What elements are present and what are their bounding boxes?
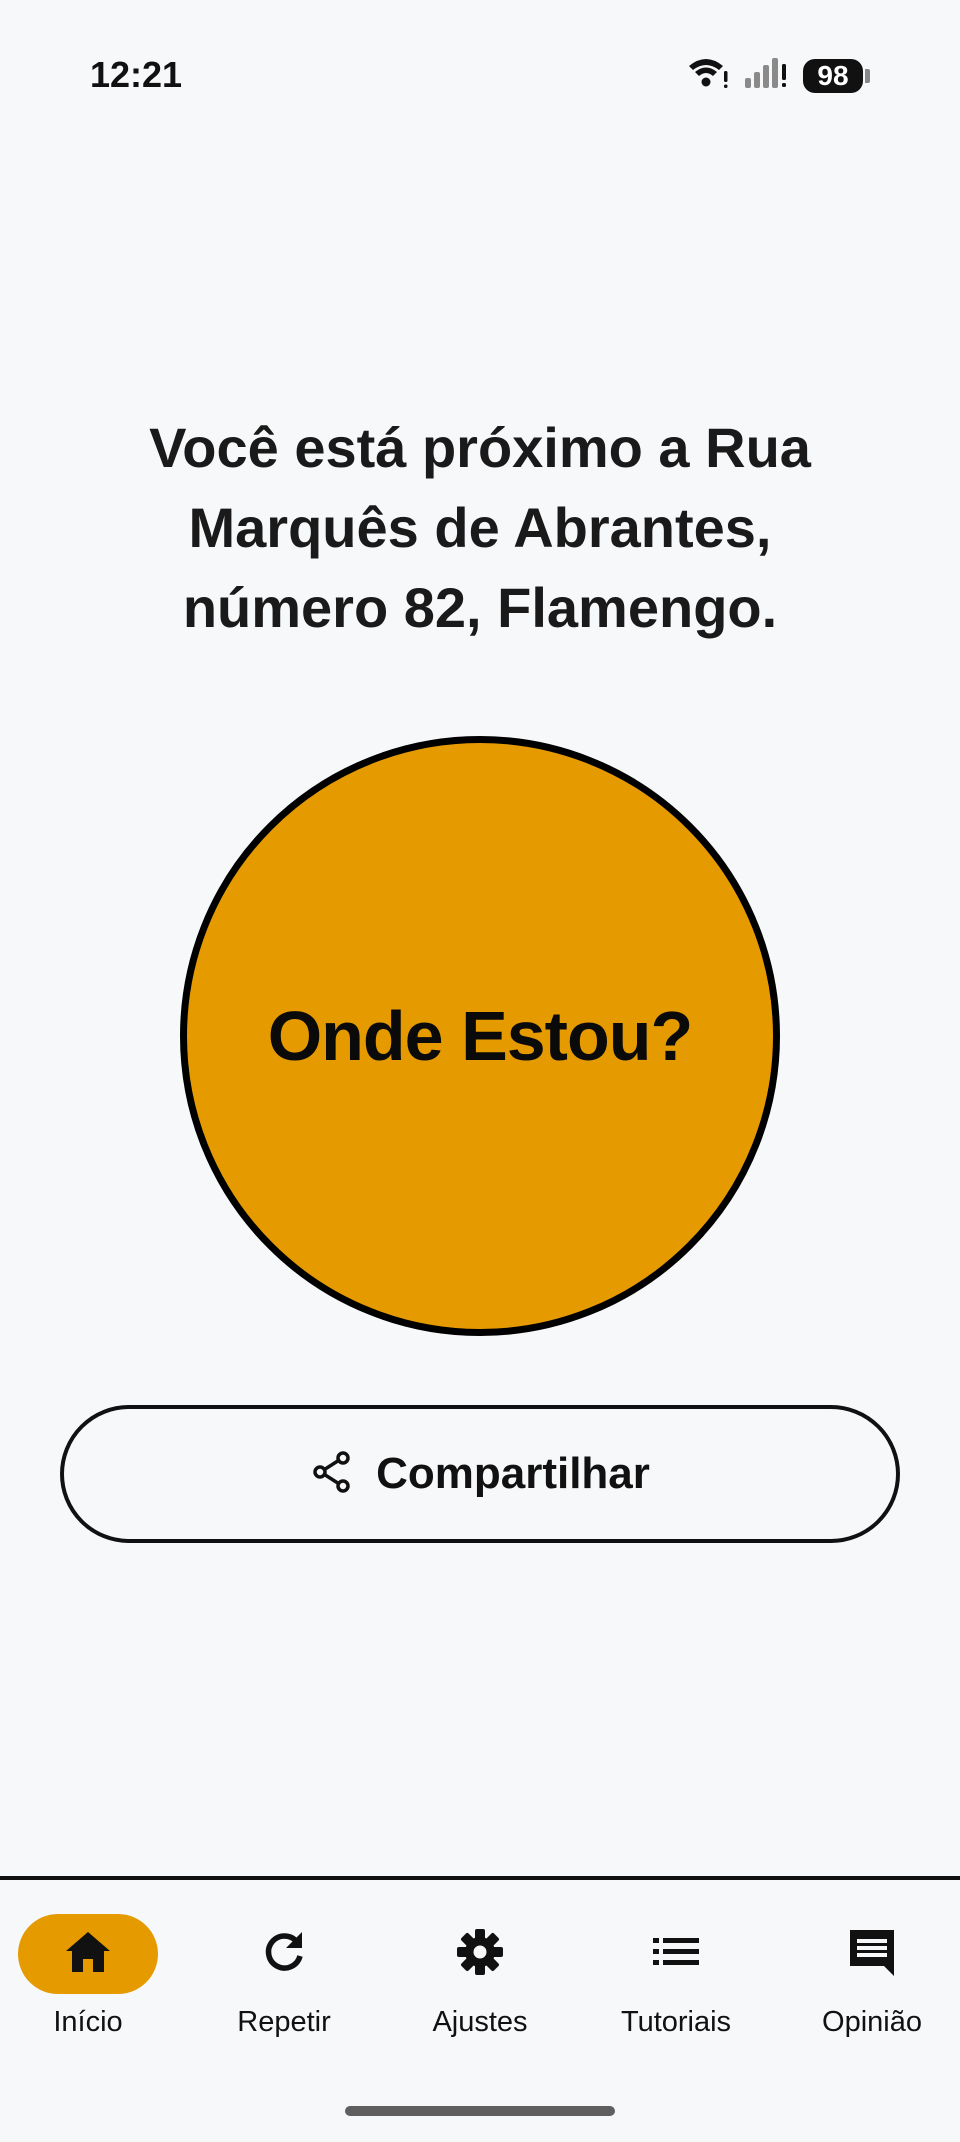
share-button[interactable]: Compartilhar <box>60 1405 900 1543</box>
nav-item-repetir[interactable]: Repetir <box>186 1914 382 2039</box>
battery-level: 98 <box>803 58 863 93</box>
refresh-icon <box>260 1928 308 1981</box>
gear-icon <box>455 1927 505 1982</box>
home-indicator[interactable] <box>345 2106 615 2116</box>
feedback-icon <box>846 1926 898 1983</box>
battery-tip <box>865 68 870 83</box>
where-am-i-label: Onde Estou? <box>267 997 694 1075</box>
where-am-i-button[interactable]: Onde Estou? <box>180 736 780 1336</box>
nav-label-inicio: Início <box>53 2006 123 2038</box>
status-icons: 98 <box>687 56 870 95</box>
nav-icon-container <box>214 1914 354 1994</box>
home-icon <box>63 1929 113 1980</box>
signal-icon <box>743 56 789 95</box>
nav-item-inicio[interactable]: Início <box>0 1914 186 2039</box>
share-label: Compartilhar <box>376 1449 650 1498</box>
list-icon <box>651 1934 701 1975</box>
nav-label-ajustes: Ajustes <box>432 2006 528 2038</box>
status-time: 12:21 <box>90 54 183 95</box>
nav-icon-container <box>606 1914 746 1994</box>
nav-item-tutoriais[interactable]: Tutoriais <box>578 1914 774 2039</box>
bottom-navigation: Início Repetir Ajustes Tutoriais Opinião <box>0 1876 960 2142</box>
nav-item-opiniao[interactable]: Opinião <box>774 1914 960 2039</box>
nav-icon-container <box>410 1914 550 1994</box>
nav-label-opiniao: Opinião <box>822 2006 922 2038</box>
battery-icon: 98 <box>803 58 870 93</box>
location-message: Você está próximo a Rua Marquês de Abran… <box>149 416 811 639</box>
nav-label-repetir: Repetir <box>237 2006 331 2038</box>
nav-active-indicator <box>18 1914 158 1994</box>
wifi-icon <box>687 56 729 95</box>
share-icon <box>310 1450 354 1499</box>
status-bar: 12:21 98 <box>0 0 960 150</box>
nav-icon-container <box>802 1914 942 1994</box>
nav-label-tutoriais: Tutoriais <box>620 2006 732 2038</box>
nav-item-ajustes[interactable]: Ajustes <box>382 1914 578 2039</box>
